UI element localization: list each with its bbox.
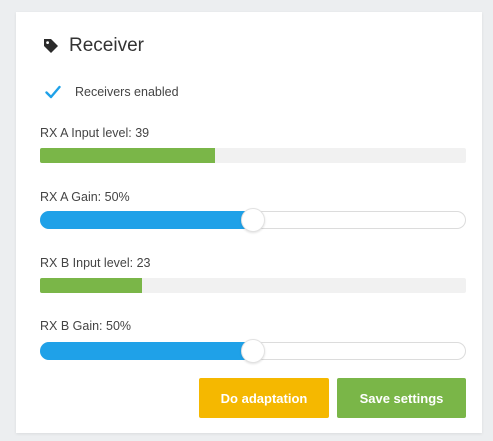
rx-a-input-level-label: RX A Input level: 39	[40, 126, 150, 140]
rx-b-input-level-bar	[40, 278, 466, 293]
panel-header: Receiver	[43, 32, 144, 60]
rx-a-gain-slider-fill	[40, 211, 253, 229]
tag-icon	[44, 39, 58, 53]
rx-b-input-level-label: RX B Input level: 23	[40, 256, 151, 270]
rx-a-gain-label: RX A Gain: 50%	[40, 190, 130, 204]
rx-a-input-level-bar	[40, 148, 466, 163]
checkmark-icon[interactable]	[45, 85, 61, 99]
save-settings-button[interactable]: Save settings	[337, 378, 466, 418]
receiver-panel: Receiver Receivers enabled RX A Input le…	[16, 12, 482, 433]
do-adaptation-button[interactable]: Do adaptation	[199, 378, 329, 418]
rx-b-gain-slider[interactable]	[40, 339, 466, 363]
panel-title: Receiver	[69, 35, 144, 56]
rx-a-gain-slider[interactable]	[40, 208, 466, 232]
rx-b-gain-label: RX B Gain: 50%	[40, 319, 132, 333]
receivers-enabled-label: Receivers enabled	[75, 85, 179, 99]
rx-b-gain-slider-handle[interactable]	[241, 339, 265, 363]
rx-a-input-level-fill	[40, 148, 215, 163]
rx-a-gain-slider-handle[interactable]	[241, 208, 265, 232]
rx-b-input-level-fill	[40, 278, 143, 293]
receivers-enabled-checkbox[interactable]: Receivers enabled	[45, 85, 179, 99]
rx-b-gain-slider-fill	[40, 342, 253, 360]
